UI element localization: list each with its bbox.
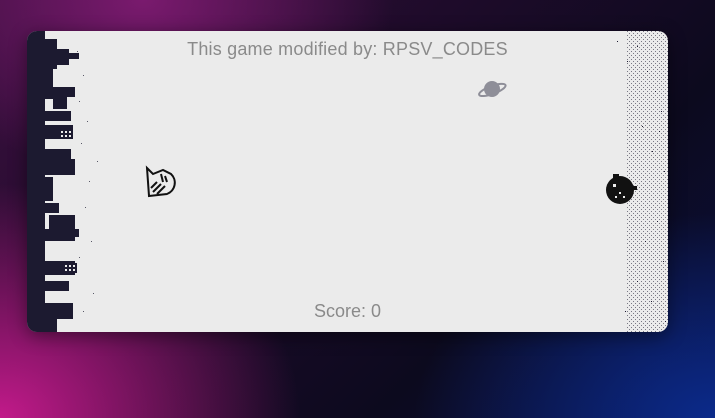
- planet-icon: [478, 81, 507, 98]
- game-canvas[interactable]: This game modified by: RPSV_CODES Score:…: [27, 31, 668, 332]
- credit-label: This game modified by: RPSV_CODES: [187, 39, 508, 59]
- city-skyline: [27, 31, 668, 332]
- bomb-bird-icon: [606, 174, 637, 204]
- score-label: Score: 0: [313, 301, 382, 321]
- cat-player-icon[interactable]: [143, 164, 179, 200]
